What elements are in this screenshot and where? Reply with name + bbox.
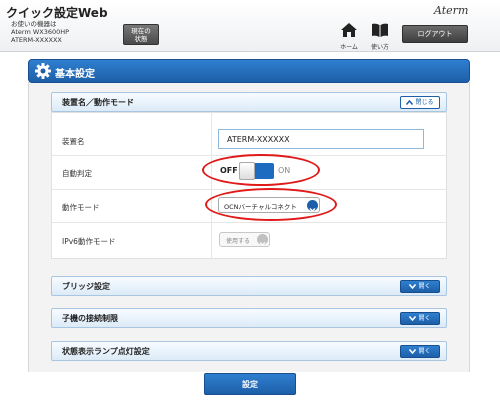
chevron-down-icon [257, 234, 268, 247]
accordion-device-mode[interactable]: 装置名／動作モード 閉じる [51, 92, 447, 112]
device-info: お使いの機器は Aterm WX3600HP ATERM-XXXXXX [11, 20, 69, 44]
accordion-title: 子機の接続制限 [62, 314, 118, 323]
ipv6-mode-label: IPv6動作モード [62, 237, 116, 246]
collapse-button[interactable]: 閉じる [400, 96, 440, 109]
expand-button[interactable]: 開く [400, 312, 440, 325]
app-title: クイック設定Web [6, 6, 108, 20]
home-icon [341, 23, 357, 37]
status-button-line1: 現在の [131, 27, 151, 35]
annotation-ellipse [205, 188, 337, 221]
auto-detect-label: 自動判定 [62, 169, 92, 178]
expand-button[interactable]: 開く [400, 345, 440, 358]
accordion-lamp[interactable]: 状態表示ランプ点灯設定 開く [51, 341, 447, 361]
device-name-label: 装置名 [62, 137, 85, 146]
row-divider [51, 222, 447, 223]
chevron-down-icon [409, 316, 417, 322]
expand-label: 開く [418, 348, 431, 355]
device-info-line: お使いの機器は [11, 20, 57, 28]
expand-button[interactable]: 開く [400, 280, 440, 293]
expand-label: 開く [418, 283, 431, 290]
operation-mode-label: 動作モード [62, 203, 100, 212]
accordion-title: ブリッジ設定 [62, 282, 110, 291]
chevron-down-icon [409, 349, 417, 355]
gear-icon [35, 63, 51, 79]
header-bar: クイック設定Web お使いの機器は Aterm WX3600HP ATERM-X… [0, 0, 500, 52]
section-header: 基本設定 [28, 59, 470, 83]
device-id: ATERM-XXXXXX [11, 36, 62, 44]
accordion-title: 状態表示ランプ点灯設定 [62, 347, 150, 356]
section-title: 基本設定 [55, 69, 95, 80]
status-button-line2: 状態 [134, 35, 148, 43]
ipv6-mode-select[interactable]: 使用する [219, 232, 270, 247]
nav-manual[interactable]: 使い方 [368, 22, 392, 51]
ipv6-mode-value: 使用する [226, 238, 251, 245]
accordion-bridge[interactable]: ブリッジ設定 開く [51, 276, 447, 296]
chevron-down-icon [409, 284, 417, 290]
accordion-title: 装置名／動作モード [62, 98, 134, 107]
column-divider [211, 112, 212, 259]
current-status-button[interactable]: 現在の 状態 [123, 24, 159, 45]
collapse-label: 閉じる [415, 99, 434, 106]
device-name-input[interactable] [218, 129, 424, 149]
nav-home[interactable]: ホーム [337, 22, 361, 51]
chevron-up-icon [406, 99, 414, 105]
nav-home-label: ホーム [340, 44, 358, 51]
logout-button[interactable]: ログアウト [402, 25, 468, 43]
expand-label: 開く [418, 315, 431, 322]
annotation-ellipse [202, 154, 320, 186]
apply-button[interactable]: 設定 [204, 373, 296, 395]
device-model: Aterm WX3600HP [11, 28, 70, 36]
book-icon [372, 23, 388, 37]
accordion-child-limit[interactable]: 子機の接続制限 開く [51, 308, 447, 328]
nav-manual-label: 使い方 [370, 44, 389, 51]
brand-logo: Aterm [434, 4, 469, 17]
